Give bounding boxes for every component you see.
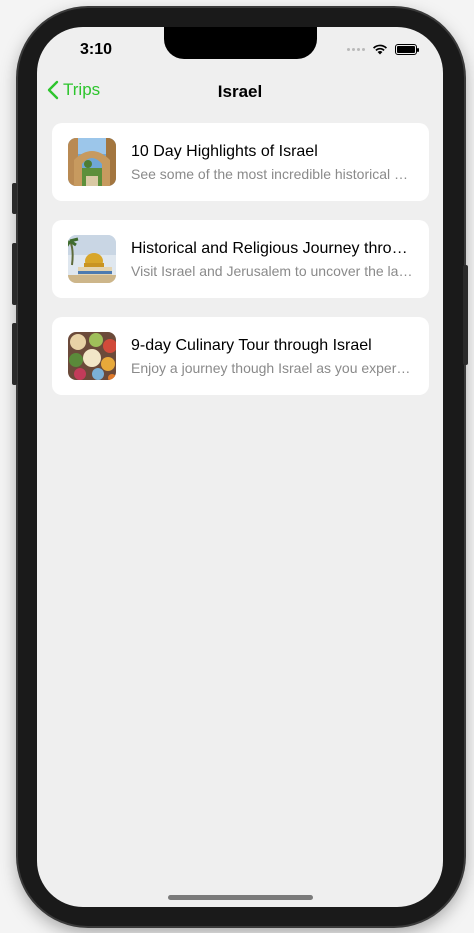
trip-thumbnail bbox=[68, 235, 116, 283]
trip-card[interactable]: 10 Day Highlights of Israel See some of … bbox=[52, 123, 429, 201]
trip-thumbnail bbox=[68, 138, 116, 186]
status-time: 3:10 bbox=[80, 41, 113, 58]
notch bbox=[164, 27, 317, 59]
trip-title: 10 Day Highlights of Israel bbox=[131, 142, 318, 160]
screen: 3:10 Trips Israel 10 Day Highlights of I… bbox=[37, 27, 443, 907]
page-title: Israel bbox=[217, 82, 263, 101]
trip-subtitle: Enjoy a journey though Israel as you exp… bbox=[131, 359, 413, 376]
trip-title: Historical and Religious Journey through… bbox=[131, 239, 413, 257]
trip-card[interactable]: 9-day Culinary Tour through Israel Enjoy… bbox=[52, 317, 429, 395]
silent-switch bbox=[12, 183, 17, 214]
power-button bbox=[463, 265, 468, 365]
trip-title: 9-day Culinary Tour through Israel bbox=[131, 336, 372, 354]
volume-up-button bbox=[12, 243, 17, 305]
wifi-icon bbox=[373, 44, 387, 55]
trip-subtitle: Visit Israel and Jerusalem to uncover th… bbox=[131, 262, 413, 279]
trip-list: 10 Day Highlights of Israel See some of … bbox=[52, 123, 429, 414]
home-indicator[interactable] bbox=[168, 895, 313, 900]
trip-thumbnail bbox=[68, 332, 116, 380]
status-icons bbox=[347, 43, 419, 55]
volume-down-button bbox=[12, 323, 17, 385]
trip-subtitle: See some of the most incredible historic… bbox=[131, 165, 413, 182]
battery-icon bbox=[395, 43, 419, 55]
cellular-signal-icon bbox=[347, 47, 365, 51]
trip-card[interactable]: Historical and Religious Journey through… bbox=[52, 220, 429, 298]
